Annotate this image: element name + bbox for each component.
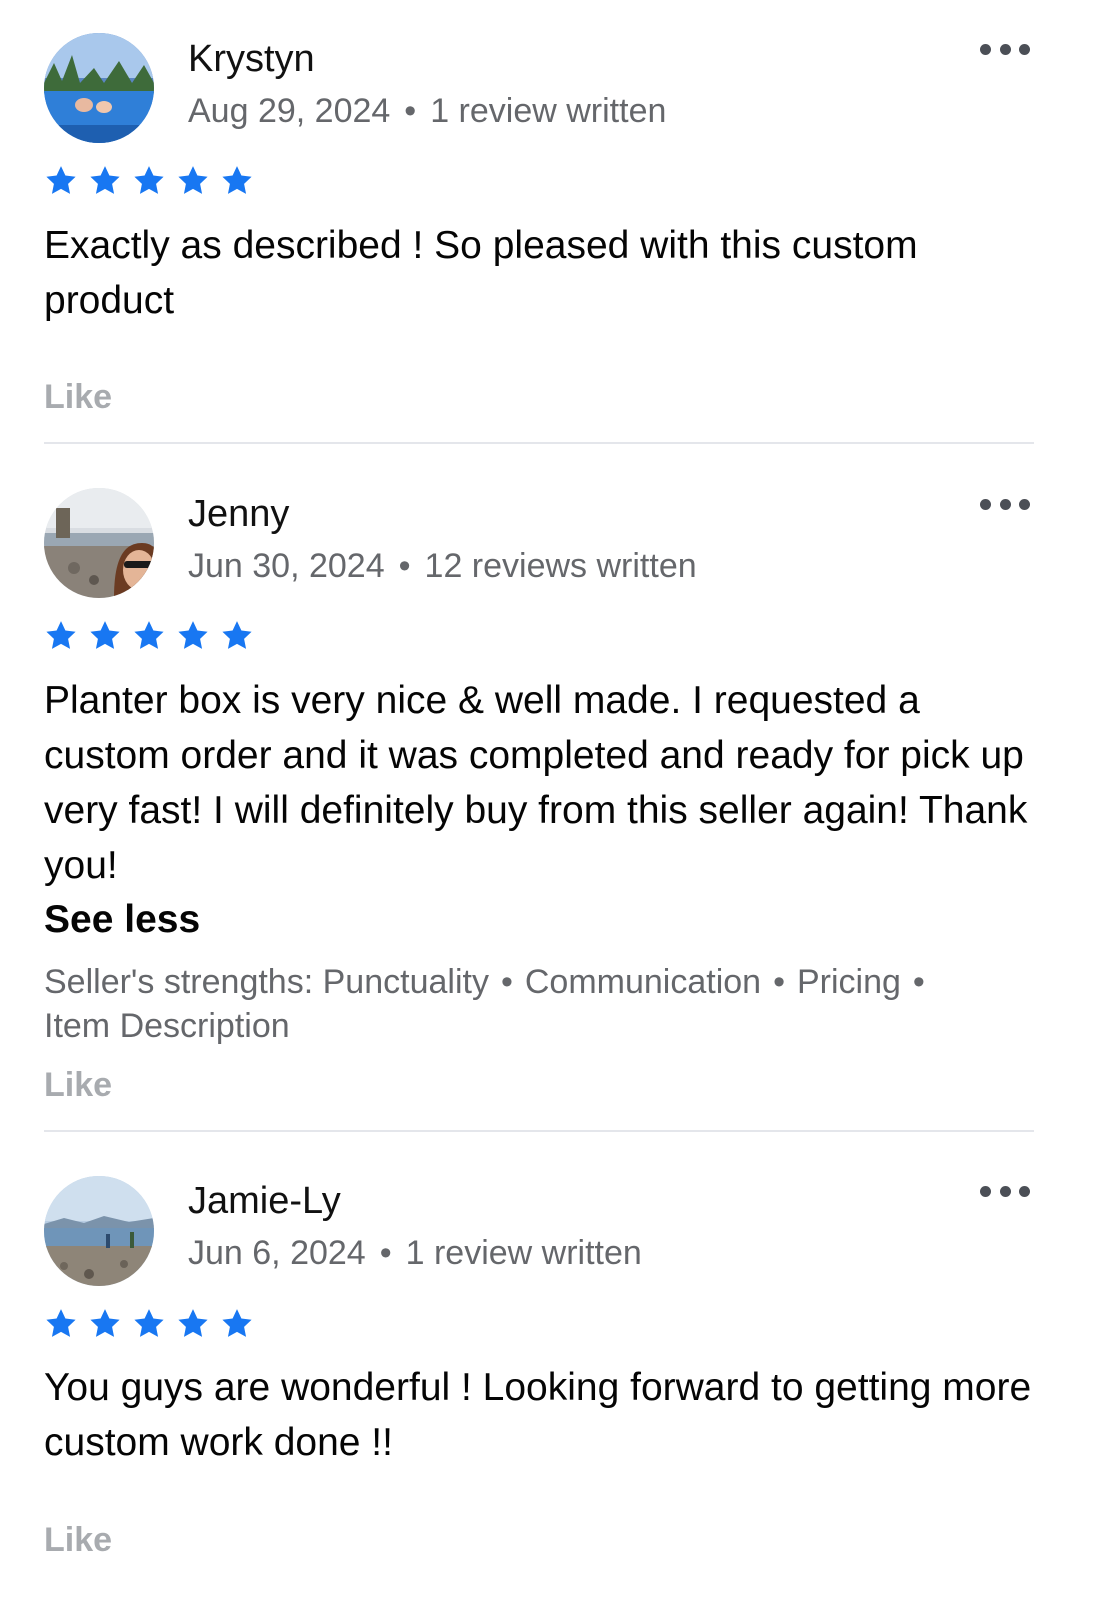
star-icon <box>44 619 78 653</box>
review-count[interactable]: 1 review written <box>430 92 666 130</box>
strength-item: Communication <box>524 963 762 1001</box>
reviewer-name[interactable]: Krystyn <box>188 38 315 81</box>
star-icon <box>88 1307 122 1341</box>
star-icon <box>220 1307 254 1341</box>
more-options-icon[interactable] <box>980 497 1030 511</box>
meta-separator: • <box>398 547 411 585</box>
like-button[interactable]: Like <box>44 1521 112 1560</box>
review-text: Planter box is very nice & well made. I … <box>44 679 1028 887</box>
review-text: Exactly as described ! So pleased with t… <box>44 224 918 322</box>
like-button[interactable]: Like <box>44 1066 112 1105</box>
meta-separator: • <box>379 1234 392 1272</box>
avatar[interactable] <box>44 1176 154 1286</box>
star-icon <box>88 619 122 653</box>
strength-separator: • <box>912 963 925 1001</box>
strength-item: Punctuality <box>322 963 489 1001</box>
divider <box>44 442 1034 444</box>
strengths-label: Seller's strengths: <box>44 963 314 1001</box>
star-icon <box>88 164 122 198</box>
star-rating <box>44 1307 254 1341</box>
review-count[interactable]: 1 review written <box>406 1234 642 1272</box>
avatar[interactable] <box>44 488 154 598</box>
reviewer-name[interactable]: Jamie-Ly <box>188 1180 341 1223</box>
star-icon <box>44 164 78 198</box>
avatar-shoreline-photo-icon <box>44 1176 154 1286</box>
more-options-icon[interactable] <box>980 1184 1030 1198</box>
reviewer-name[interactable]: Jenny <box>188 493 289 536</box>
strength-separator: • <box>500 963 513 1001</box>
strength-item: Pricing <box>796 963 901 1001</box>
strength-item: Item Description <box>44 1007 290 1045</box>
star-icon <box>176 164 210 198</box>
star-icon <box>132 164 166 198</box>
review-date: Jun 6, 2024 <box>188 1234 366 1272</box>
avatar-pool-photo-icon <box>44 33 154 143</box>
star-icon <box>132 619 166 653</box>
star-rating <box>44 619 254 653</box>
star-icon <box>176 1307 210 1341</box>
avatar-beach-selfie-icon <box>44 488 154 598</box>
review-count[interactable]: 12 reviews written <box>425 547 697 585</box>
review-meta: Aug 29, 2024 • 1 review written <box>188 92 666 131</box>
more-options-icon[interactable] <box>980 42 1030 56</box>
review-meta: Jun 6, 2024 • 1 review written <box>188 1234 642 1273</box>
seller-strengths: Seller's strengths: Punctuality • Communic… <box>44 960 1034 1048</box>
divider <box>44 1130 1034 1132</box>
review-date: Jun 30, 2024 <box>188 547 385 585</box>
like-button[interactable]: Like <box>44 378 112 417</box>
review-meta: Jun 30, 2024 • 12 reviews written <box>188 547 697 586</box>
see-less-link[interactable]: See less <box>44 898 200 942</box>
strength-separator: • <box>773 963 785 1001</box>
review-date: Aug 29, 2024 <box>188 92 391 130</box>
star-icon <box>176 619 210 653</box>
meta-separator: • <box>404 92 417 130</box>
review-text: You guys are wonderful ! Looking forward… <box>44 1366 1032 1464</box>
star-icon <box>44 1307 78 1341</box>
star-icon <box>220 164 254 198</box>
star-icon <box>220 619 254 653</box>
avatar[interactable] <box>44 33 154 143</box>
star-icon <box>132 1307 166 1341</box>
star-rating <box>44 164 254 198</box>
